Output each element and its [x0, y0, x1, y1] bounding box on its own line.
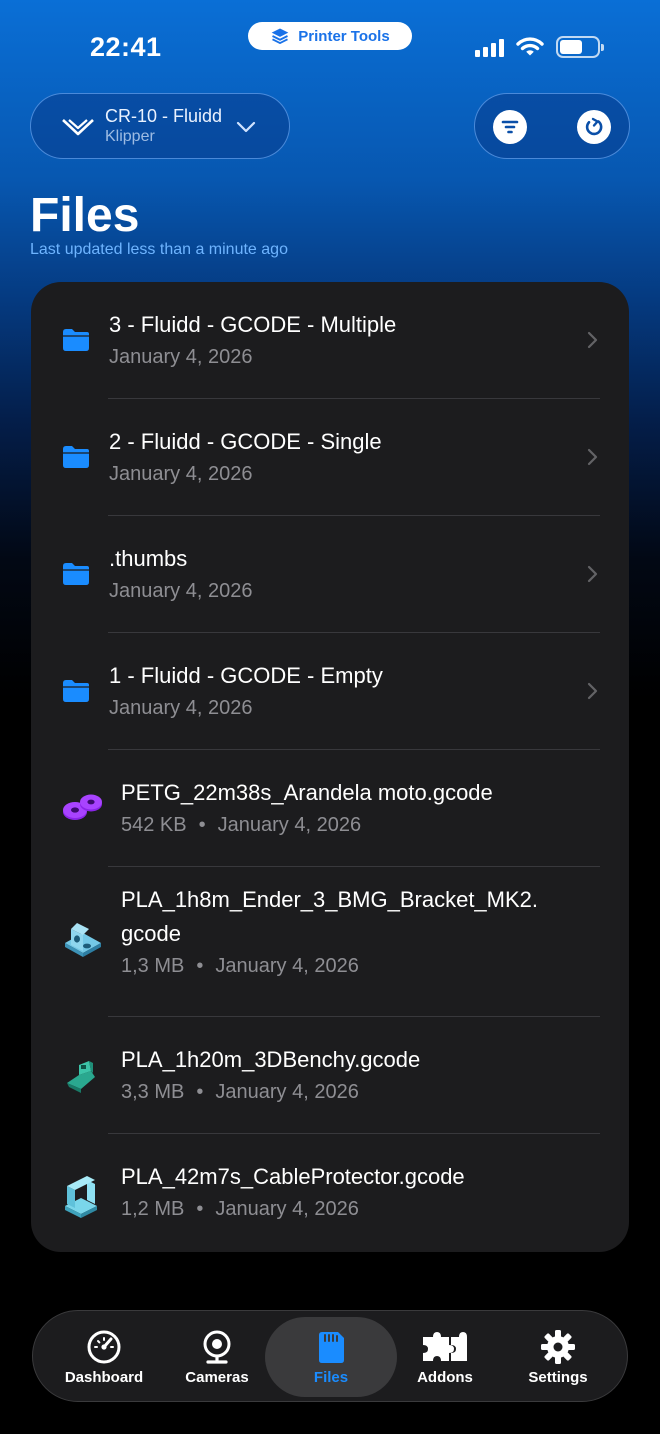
tab-cameras[interactable]: Cameras [167, 1311, 267, 1403]
benchy-thumbnail-icon [67, 1061, 95, 1093]
printer-name: CR-10 - Fluidd [105, 106, 223, 126]
status-bar: 22:41 Printer Tools [0, 0, 660, 80]
gcode-file-row[interactable]: PLA_42m7s_CableProtector.gcode 1,2 MB • Ja… [31, 1134, 629, 1252]
gear-icon [541, 1329, 575, 1364]
cable-protector-thumbnail-icon [65, 1176, 97, 1218]
tab-dashboard[interactable]: Dashboard [41, 1311, 167, 1403]
file-date: January 4, 2026 [217, 814, 362, 836]
gcode-file-row[interactable]: PLA_1h20m_3DBenchy.gcode 3,3 MB • January … [31, 1017, 629, 1134]
file-date: January 4, 2026 [215, 1081, 359, 1103]
meta-separator: • [196, 955, 204, 977]
tab-files[interactable]: Files [265, 1317, 397, 1397]
gcode-file-row[interactable]: PETG_22m38s_Arandela moto.gcode 542 KB • J… [31, 750, 629, 867]
tab-label: Files [313, 1368, 349, 1386]
tab-label: Settings [528, 1368, 588, 1386]
file-size: 1,2 MB [121, 1198, 185, 1220]
file-size: 3,3 MB [121, 1081, 185, 1103]
tab-label: Addons [417, 1368, 473, 1386]
washer-thumbnail-icon [63, 794, 102, 820]
gcode-file-name: PLA_42m7s_CableProtector.gcode [121, 1164, 465, 1189]
meta-separator: • [196, 1198, 204, 1220]
page-title: Files [30, 189, 140, 242]
last-updated: Last updated less than a minute ago [30, 241, 288, 258]
meta-separator: • [198, 814, 206, 836]
meta-separator: • [196, 1081, 204, 1103]
folder-date: January 4, 2026 [109, 346, 253, 368]
file-list: 3 - Fluidd - GCODE - Multiple January 4,… [31, 282, 629, 1252]
filter-icon [501, 120, 519, 134]
printer-selector[interactable]: CR-10 - Fluidd Klipper [30, 93, 290, 159]
battery-icon [556, 36, 604, 58]
refresh-button[interactable] [577, 110, 611, 144]
gcode-file-name: PETG_22m38s_Arandela moto.gcode [121, 780, 493, 805]
tab-bar: Dashboard Cameras Files Addons Settings [32, 1310, 628, 1402]
klipper-logo-icon [62, 119, 94, 136]
folder-icon [63, 563, 89, 585]
folder-name: 3 - Fluidd - GCODE - Multiple [109, 312, 397, 337]
folder-row[interactable]: 2 - Fluidd - GCODE - Single January 4, 2… [31, 399, 629, 516]
refresh-icon [585, 117, 603, 136]
app-pill[interactable]: Printer Tools [248, 22, 412, 50]
file-size: 542 KB [121, 814, 187, 836]
tab-addons[interactable]: Addons [395, 1311, 495, 1403]
folder-row[interactable]: 3 - Fluidd - GCODE - Multiple January 4,… [31, 282, 629, 399]
bracket-thumbnail-icon [65, 923, 101, 957]
status-time: 22:41 [90, 32, 162, 62]
folder-date: January 4, 2026 [109, 697, 253, 719]
file-size: 1,3 MB [121, 955, 185, 977]
header-actions [474, 93, 630, 159]
chevron-down-icon [236, 121, 256, 133]
puzzle-icon [423, 1331, 467, 1361]
tab-label: Cameras [185, 1368, 249, 1386]
file-date: January 4, 2026 [215, 1198, 359, 1220]
tab-label: Dashboard [64, 1368, 144, 1386]
chevron-right-icon [587, 682, 598, 700]
file-date: January 4, 2026 [215, 955, 359, 977]
tab-settings[interactable]: Settings [495, 1311, 621, 1403]
gcode-file-name: PLA_1h20m_3DBenchy.gcode [121, 1047, 421, 1072]
folder-name: .thumbs [109, 546, 188, 571]
gauge-icon [87, 1330, 121, 1363]
gcode-file-meta: 3,3 MB • January 4, 2026 [121, 1077, 359, 1107]
folder-icon [63, 329, 89, 351]
folder-name: 1 - Fluidd - GCODE - Empty [109, 663, 383, 688]
gcode-file-meta: 1,3 MB • January 4, 2026 [121, 951, 359, 981]
filter-button[interactable] [493, 110, 527, 144]
chevron-right-icon [587, 565, 598, 583]
sd-card-icon [319, 1331, 344, 1363]
folder-icon [63, 446, 89, 468]
folder-row[interactable]: .thumbs January 4, 2026 [31, 516, 629, 633]
gcode-file-name-line1: PLA_1h8m_Ender_3_BMG_Bracket_MK2. [121, 887, 539, 912]
cellular-signal-icon [475, 37, 504, 57]
gcode-file-row[interactable]: PLA_1h8m_Ender_3_BMG_Bracket_MK2. gcode … [31, 867, 629, 1017]
webcam-icon [203, 1330, 231, 1364]
chevron-right-icon [587, 331, 598, 349]
folder-date: January 4, 2026 [109, 463, 253, 485]
gcode-file-meta: 1,2 MB • January 4, 2026 [121, 1194, 359, 1224]
app-pill-label: Printer Tools [298, 27, 390, 45]
folder-name: 2 - Fluidd - GCODE - Single [109, 429, 382, 454]
status-icons [475, 36, 604, 58]
folder-date: January 4, 2026 [109, 580, 253, 602]
gcode-file-meta: 542 KB • January 4, 2026 [121, 810, 361, 840]
gcode-file-name-line2: gcode [121, 921, 181, 946]
folder-row[interactable]: 1 - Fluidd - GCODE - Empty January 4, 20… [31, 633, 629, 750]
printer-firmware: Klipper [105, 128, 155, 145]
folder-icon [63, 680, 89, 702]
chevron-right-icon [587, 448, 598, 466]
layers-icon [271, 28, 289, 44]
wifi-icon [516, 37, 544, 56]
